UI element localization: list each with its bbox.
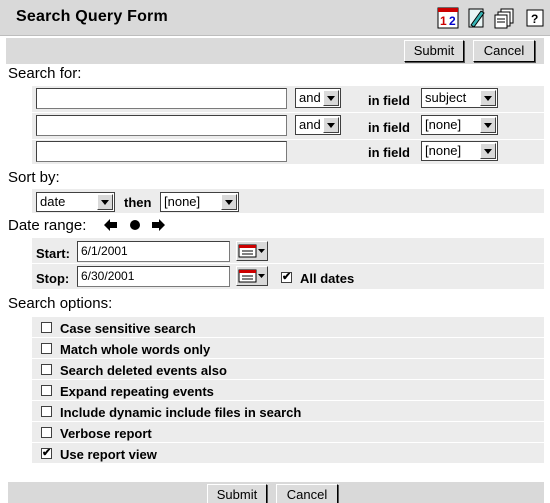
- field-select-1-value: subject: [425, 90, 467, 105]
- start-label: Start:: [36, 246, 70, 261]
- all-dates-label: All dates: [300, 271, 355, 286]
- search-options-heading: Search options:: [8, 295, 113, 312]
- sort-primary-select[interactable]: date: [36, 192, 115, 212]
- boolean-select-2[interactable]: and: [295, 115, 341, 135]
- option-label-repeating-events: Expand repeating events: [60, 384, 214, 399]
- in-field-label-3: in field: [368, 145, 410, 160]
- option-checkbox-repeating-events[interactable]: [41, 385, 52, 396]
- start-date-picker-button[interactable]: [236, 241, 268, 261]
- boolean-select-1-value: and: [299, 90, 321, 105]
- sort-secondary-select[interactable]: [none]: [160, 192, 239, 212]
- next-arrow-icon[interactable]: [151, 219, 165, 231]
- sort-secondary-value: [none]: [164, 194, 201, 209]
- date-picker-icon: [238, 244, 265, 258]
- chevron-down-icon: [221, 194, 237, 210]
- chevron-down-icon: [480, 143, 496, 159]
- in-field-label-2: in field: [368, 120, 410, 135]
- today-dot-icon[interactable]: [129, 219, 141, 231]
- date-picker-icon: [238, 269, 265, 283]
- stop-label: Stop:: [36, 271, 70, 286]
- cancel-button[interactable]: Cancel: [473, 40, 535, 62]
- edit-pen-icon[interactable]: [465, 7, 487, 29]
- field-select-2-value: [none]: [425, 117, 462, 132]
- search-for-heading: Search for:: [8, 65, 82, 82]
- option-checkbox-deleted-events[interactable]: [41, 364, 52, 375]
- option-label-deleted-events: Search deleted events also: [60, 363, 227, 378]
- calendar-12-icon[interactable]: 1 2: [437, 7, 459, 29]
- footer-submit-button[interactable]: Submit: [207, 484, 267, 503]
- field-select-1[interactable]: subject: [421, 88, 498, 108]
- top-toolbar: Submit Cancel: [6, 38, 544, 64]
- chevron-down-icon: [323, 117, 339, 133]
- copy-pages-icon[interactable]: [493, 7, 515, 29]
- svg-text:2: 2: [449, 14, 456, 28]
- boolean-select-1[interactable]: and: [295, 88, 341, 108]
- svg-text:1: 1: [440, 14, 447, 28]
- prev-arrow-icon[interactable]: [104, 219, 118, 231]
- option-checkbox-report-view[interactable]: ✔: [41, 448, 52, 459]
- all-dates-checkbox[interactable]: ✔: [281, 272, 292, 283]
- option-label-dynamic-include: Include dynamic include files in search: [60, 405, 302, 420]
- field-select-3-value: [none]: [425, 143, 462, 158]
- date-range-heading: Date range:: [8, 217, 87, 234]
- field-select-3[interactable]: [none]: [421, 141, 498, 161]
- chevron-down-icon: [480, 117, 496, 133]
- option-label-report-view: Use report view: [60, 447, 157, 462]
- svg-text:?: ?: [531, 12, 538, 26]
- option-label-verbose-report: Verbose report: [60, 426, 152, 441]
- option-label-whole-words: Match whole words only: [60, 342, 211, 357]
- title-bar: Search Query Form 1 2 ?: [0, 0, 550, 36]
- boolean-select-2-value: and: [299, 117, 321, 132]
- option-checkbox-verbose-report[interactable]: [41, 427, 52, 438]
- option-checkbox-dynamic-include[interactable]: [41, 406, 52, 417]
- stop-date-input[interactable]: 6/30/2001: [77, 266, 230, 287]
- then-label: then: [124, 195, 152, 210]
- search-text-input-2[interactable]: [36, 115, 287, 136]
- search-text-input-3[interactable]: [36, 141, 287, 162]
- field-select-2[interactable]: [none]: [421, 115, 498, 135]
- window-title: Search Query Form: [16, 8, 168, 25]
- help-icon[interactable]: ?: [524, 7, 546, 29]
- chevron-down-icon: [323, 90, 339, 106]
- submit-button[interactable]: Submit: [404, 40, 464, 62]
- stop-date-picker-button[interactable]: [236, 266, 268, 286]
- in-field-label-1: in field: [368, 93, 410, 108]
- option-label-case-sensitive: Case sensitive search: [60, 321, 196, 336]
- sort-primary-value: date: [40, 194, 66, 209]
- search-text-input-1[interactable]: [36, 88, 287, 109]
- option-checkbox-case-sensitive[interactable]: [41, 322, 52, 333]
- start-date-input[interactable]: 6/1/2001: [77, 241, 230, 262]
- footer-cancel-button[interactable]: Cancel: [276, 484, 338, 503]
- chevron-down-icon: [97, 194, 113, 210]
- chevron-down-icon: [480, 90, 496, 106]
- bottom-toolbar: Submit Cancel: [8, 482, 544, 503]
- option-checkbox-whole-words[interactable]: [41, 343, 52, 354]
- sort-by-heading: Sort by:: [8, 169, 60, 186]
